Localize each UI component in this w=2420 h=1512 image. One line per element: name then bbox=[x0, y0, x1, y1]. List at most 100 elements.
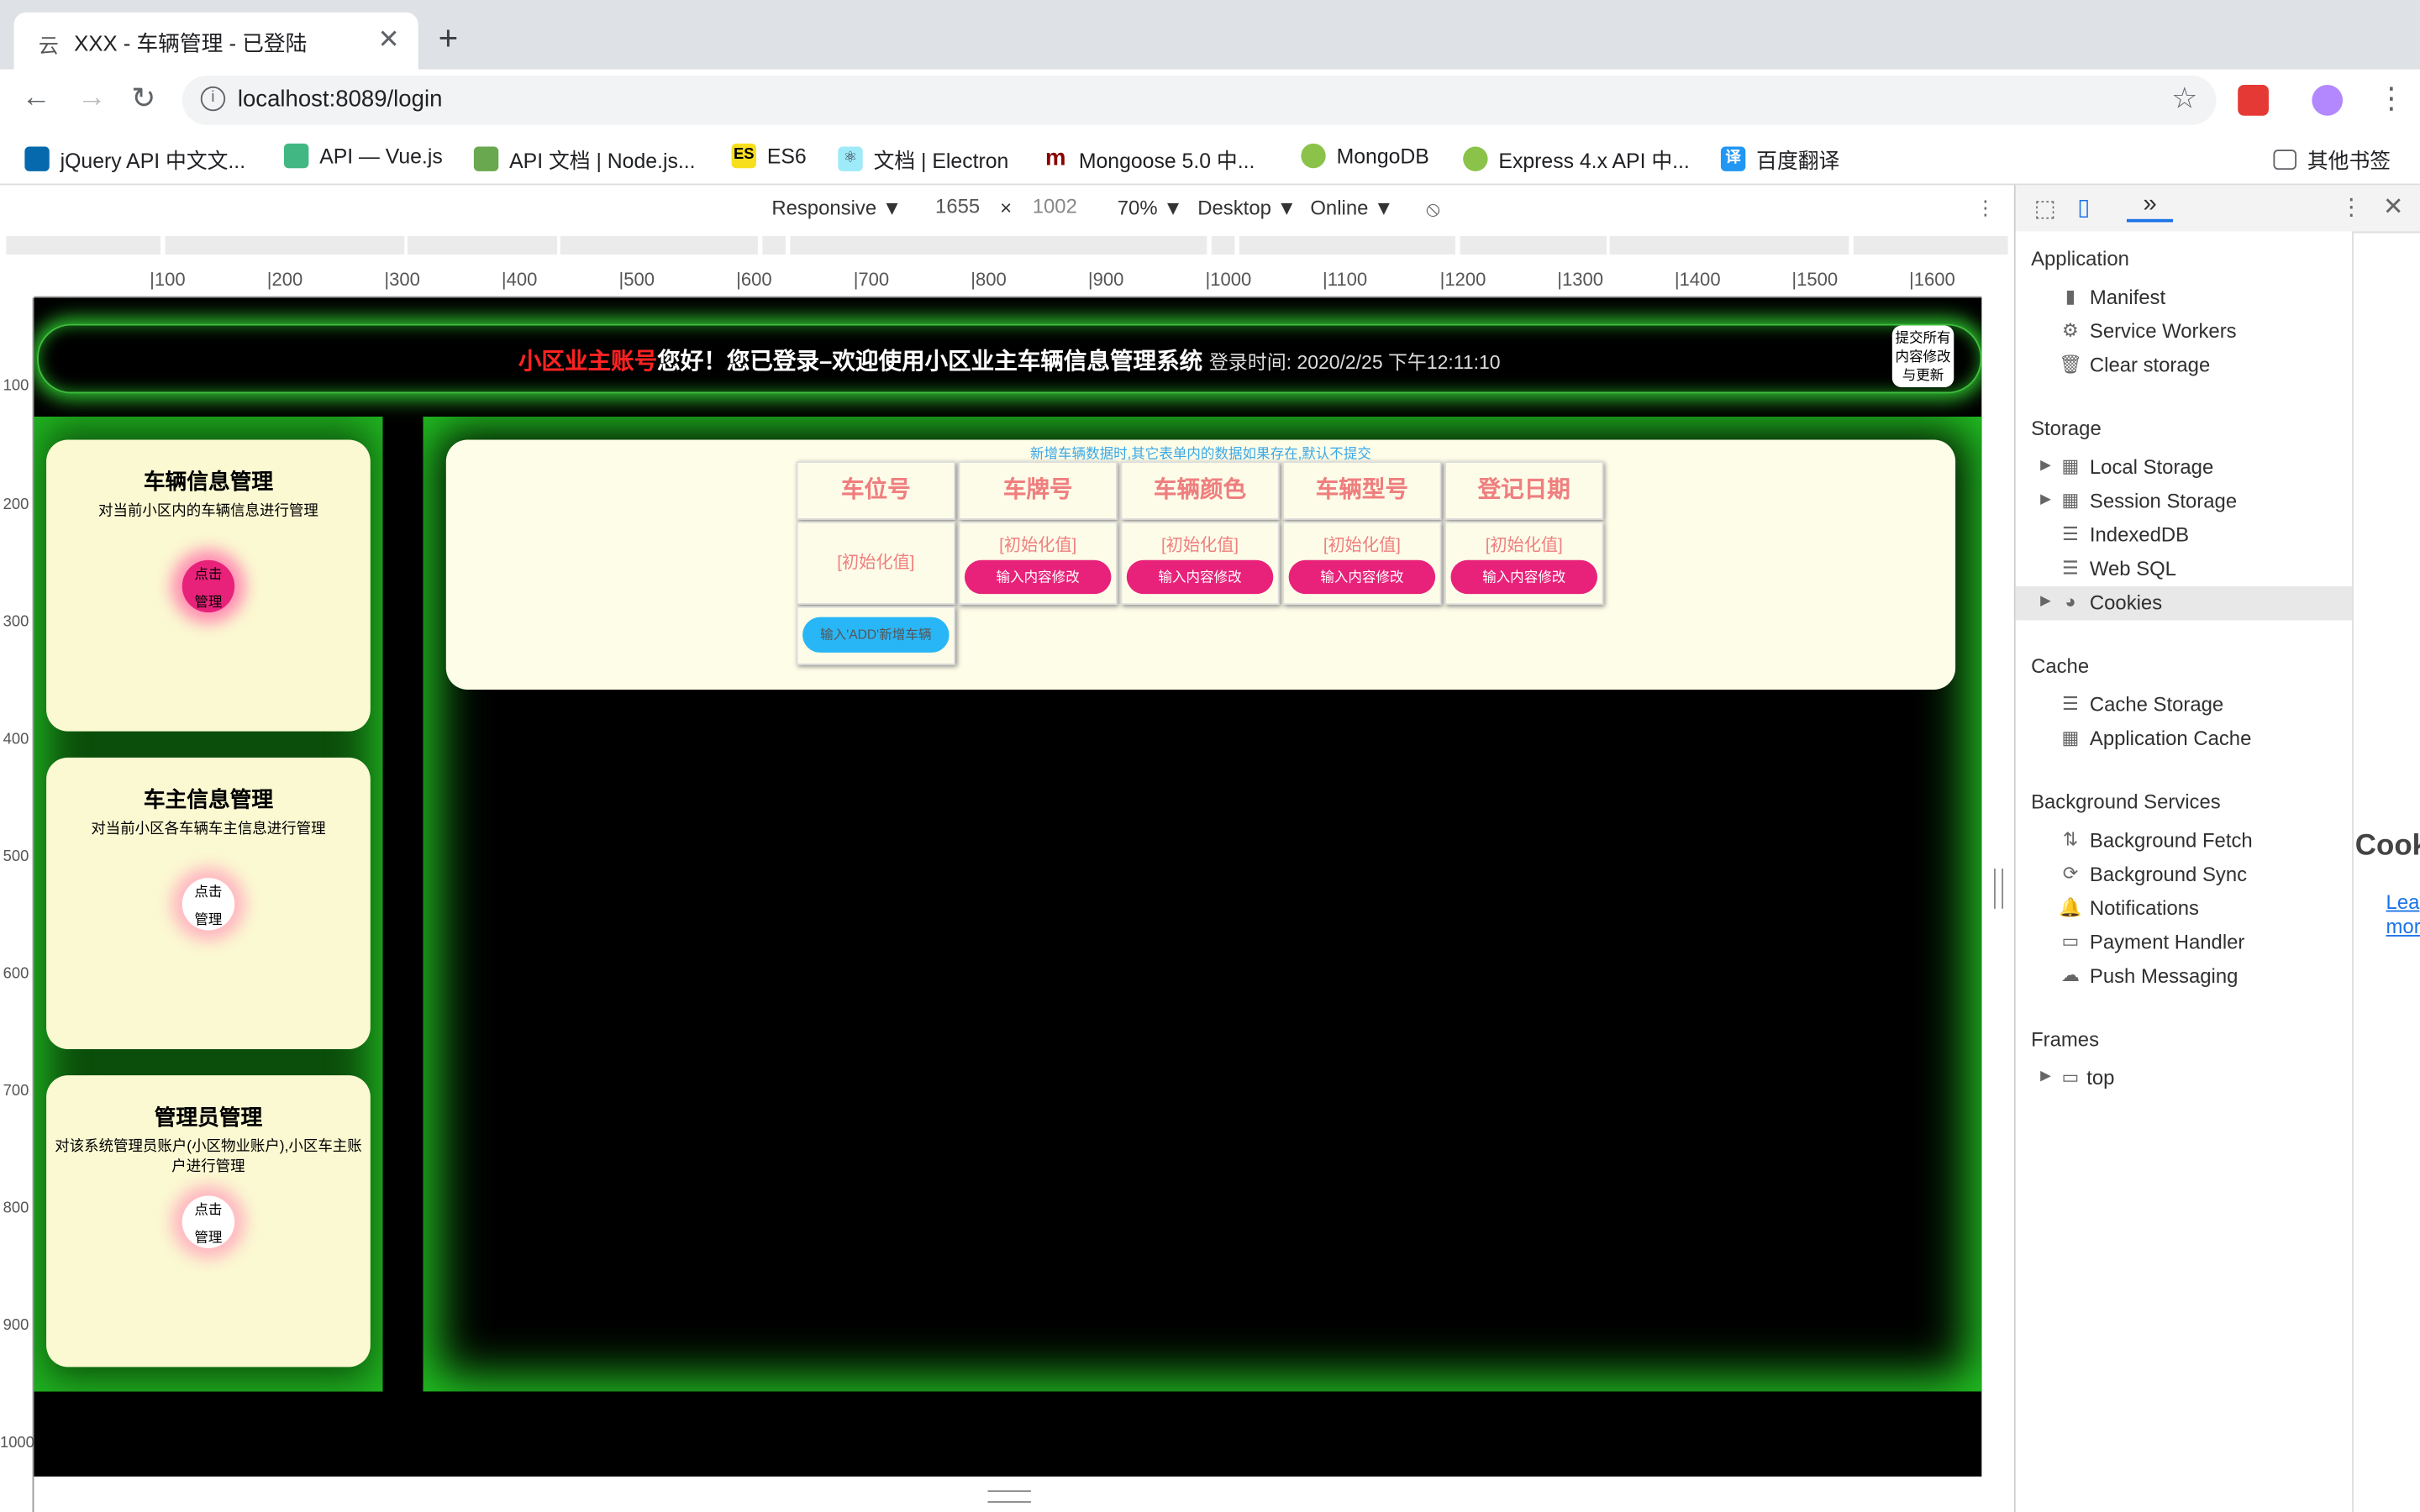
manage-button[interactable]: 点击 管理 bbox=[182, 1195, 235, 1248]
bookmark-others[interactable]: 其他书签 bbox=[2273, 144, 2391, 175]
item-payment-handler[interactable]: ▭ Payment Handler bbox=[2016, 926, 2352, 959]
back-arrow-icon[interactable]: ← bbox=[22, 81, 51, 115]
new-tab-button[interactable]: + bbox=[439, 18, 459, 59]
card-title: 车辆信息管理 bbox=[143, 469, 274, 494]
bookmark-translate[interactable]: 译百度翻译 bbox=[1720, 144, 1839, 175]
width-input[interactable]: 1655 bbox=[926, 192, 989, 223]
manage-button[interactable]: 点击 管理 bbox=[182, 878, 235, 931]
address-bar[interactable]: i localhost:8089/login ☆ bbox=[182, 75, 2217, 125]
menu-kebab-icon[interactable]: ⋮ bbox=[2377, 81, 2407, 117]
item-notifications[interactable]: 🔔 Notifications bbox=[2016, 892, 2352, 926]
edit-input-button[interactable]: 输入内容修改 bbox=[964, 559, 1112, 595]
mq-segment[interactable] bbox=[1211, 236, 1235, 255]
mq-segment[interactable] bbox=[1609, 236, 1849, 255]
panel-splitter[interactable] bbox=[1994, 869, 2004, 909]
item-cache-storage[interactable]: ☰ Cache Storage bbox=[2016, 688, 2352, 722]
bookmark-mongoose[interactable]: m Mongoose 5.0 中... bbox=[1043, 144, 1255, 175]
item-manifest[interactable]: ▮ Manifest bbox=[2016, 281, 2352, 314]
es-icon: ES bbox=[731, 143, 756, 169]
item-session-storage[interactable]: ▶ ▦ Session Storage bbox=[2016, 485, 2352, 518]
device-toolbar: Responsive ▼ 1655 × 1002 70% ▼ Desktop ▼… bbox=[0, 185, 2014, 234]
learn-more-link-line2[interactable]: mor bbox=[2386, 915, 2420, 938]
expand-arrow-icon[interactable]: ▶ bbox=[2040, 457, 2051, 474]
sidebar: 车辆信息管理 对当前小区内的车辆信息进行管理 点击 管理 车主信息管理 对当前小区… bbox=[34, 416, 383, 1392]
expand-arrow-icon[interactable]: ▶ bbox=[2040, 1068, 2051, 1084]
bookmark-electron[interactable]: ⚛ 文档 | Electron bbox=[838, 144, 1008, 175]
edit-input-button[interactable]: 输入内容修改 bbox=[1288, 559, 1436, 595]
browser-tab[interactable]: 云 XXX - 车辆管理 - 已登陆 ✕ bbox=[13, 12, 418, 70]
edit-input-button[interactable]: 输入内容修改 bbox=[1126, 559, 1274, 595]
column-header: 车牌号 bbox=[958, 461, 1118, 520]
responsive-dropdown[interactable]: Responsive ▼ bbox=[771, 196, 902, 219]
manage-button-line: 点击 bbox=[194, 1201, 223, 1218]
height-input[interactable]: 1002 bbox=[1023, 192, 1086, 223]
gear-icon: ⚙ bbox=[2062, 319, 2079, 341]
learn-more-link[interactable]: Lea bbox=[2386, 890, 2420, 914]
section-background-services: Background Services bbox=[2031, 790, 2221, 813]
network-dropdown[interactable]: Online ▼ bbox=[1310, 196, 1393, 219]
close-devtools-icon[interactable]: ✕ bbox=[2383, 192, 2404, 223]
column-header: 车位号 bbox=[796, 461, 955, 520]
mq-segment[interactable] bbox=[1853, 236, 2008, 255]
resize-handle-bottom[interactable] bbox=[987, 1490, 1031, 1503]
folder-icon bbox=[2273, 149, 2297, 170]
bookmark-es6[interactable]: ES ES6 bbox=[731, 143, 807, 169]
bookmark-jquery[interactable]: jQuery API 中文文... bbox=[24, 144, 245, 175]
jquery-icon bbox=[24, 146, 50, 171]
item-frame-top[interactable]: ▶ ▭ top bbox=[2016, 1062, 2352, 1095]
bookmark-vue[interactable]: API — Vue.js bbox=[283, 143, 443, 169]
mq-segment[interactable] bbox=[1460, 236, 1607, 255]
vertical-ruler: 100 200 300 400 500 600 700 800 900 1000 bbox=[0, 297, 34, 1512]
bookmark-mongodb[interactable]: MongoDB bbox=[1301, 143, 1429, 169]
mq-segment[interactable] bbox=[1239, 236, 1456, 255]
zoom-dropdown[interactable]: 70% ▼ bbox=[1118, 196, 1183, 219]
device-toggle-icon[interactable]: ▯ bbox=[2077, 193, 2090, 220]
item-label: IndexedDB bbox=[2089, 522, 2190, 547]
item-service-workers[interactable]: ⚙ Service Workers bbox=[2016, 315, 2352, 349]
inspect-icon[interactable]: ⬚ bbox=[2034, 194, 2056, 222]
url-text[interactable]: localhost:8089/login bbox=[238, 87, 443, 113]
device-menu-icon[interactable]: ⋮ bbox=[1975, 196, 1996, 220]
mq-segment[interactable] bbox=[762, 236, 786, 255]
submit-all-button[interactable]: 提交所有内容修改与更新 bbox=[1891, 325, 1954, 388]
bookmark-node[interactable]: API 文档 | Node.js... bbox=[473, 144, 696, 175]
bookmark-express[interactable]: Express 4.x API 中... bbox=[1463, 144, 1690, 175]
mq-segment[interactable] bbox=[6, 236, 161, 255]
extension-fe-icon[interactable] bbox=[2238, 85, 2269, 116]
item-application-cache[interactable]: ▦ Application Cache bbox=[2016, 722, 2352, 756]
item-background-fetch[interactable]: ⇅ Background Fetch bbox=[2016, 824, 2352, 858]
mq-segment[interactable] bbox=[560, 236, 758, 255]
info-icon[interactable]: i bbox=[200, 86, 226, 112]
mq-segment[interactable] bbox=[407, 236, 558, 255]
item-local-storage[interactable]: ▶ ▦ Local Storage bbox=[2016, 450, 2352, 484]
card-vehicle-management: 车辆信息管理 对当前小区内的车辆信息进行管理 点击 管理 bbox=[46, 439, 371, 732]
devtools-menu-icon[interactable]: ⋮ bbox=[2339, 193, 2363, 220]
forward-arrow-icon[interactable]: → bbox=[77, 81, 107, 115]
item-push-messaging[interactable]: ☁ Push Messaging bbox=[2016, 959, 2352, 993]
device-dropdown[interactable]: Desktop ▼ bbox=[1197, 196, 1297, 219]
item-clear-storage[interactable]: 🗑 Clear storage bbox=[2016, 349, 2352, 382]
bookmark-star-icon[interactable]: ☆ bbox=[2171, 81, 2197, 117]
manage-button[interactable]: 点击 管理 bbox=[182, 559, 235, 613]
profile-avatar[interactable] bbox=[2312, 85, 2344, 116]
close-tab-icon[interactable]: ✕ bbox=[378, 24, 400, 55]
dimension-times: × bbox=[1000, 196, 1013, 219]
item-indexeddb[interactable]: ☰ IndexedDB bbox=[2016, 518, 2352, 552]
mq-segment[interactable] bbox=[165, 236, 405, 255]
column-header: 登记日期 bbox=[1444, 461, 1604, 520]
bookmark-label: Express 4.x API 中... bbox=[1498, 150, 1690, 173]
rotate-icon[interactable]: ⦸ bbox=[1426, 196, 1440, 222]
add-vehicle-input[interactable]: 输入'ADD'新增车辆 bbox=[802, 617, 950, 653]
item-background-sync[interactable]: ⟳ Background Sync bbox=[2016, 858, 2352, 891]
edit-input-button[interactable]: 输入内容修改 bbox=[1450, 559, 1597, 595]
tab-strip: 云 XXX - 车辆管理 - 已登陆 ✕ + bbox=[0, 0, 2420, 70]
header-line: 小区业主账号您好！您已登录–欢迎使用小区业主车辆信息管理系统 登录时间: 202… bbox=[39, 344, 1981, 377]
item-cookies[interactable]: ▶ ◕ Cookies bbox=[2015, 585, 2353, 621]
more-tabs-button[interactable]: » bbox=[2126, 192, 2174, 223]
item-web-sql[interactable]: ☰ Web SQL bbox=[2016, 553, 2352, 586]
reload-icon[interactable]: ↻ bbox=[131, 81, 155, 117]
expand-arrow-icon[interactable]: ▶ bbox=[2040, 491, 2051, 507]
expand-arrow-icon[interactable]: ▶ bbox=[2040, 592, 2051, 609]
ruler-label: |500 bbox=[618, 268, 655, 291]
mq-segment[interactable] bbox=[790, 236, 1207, 255]
